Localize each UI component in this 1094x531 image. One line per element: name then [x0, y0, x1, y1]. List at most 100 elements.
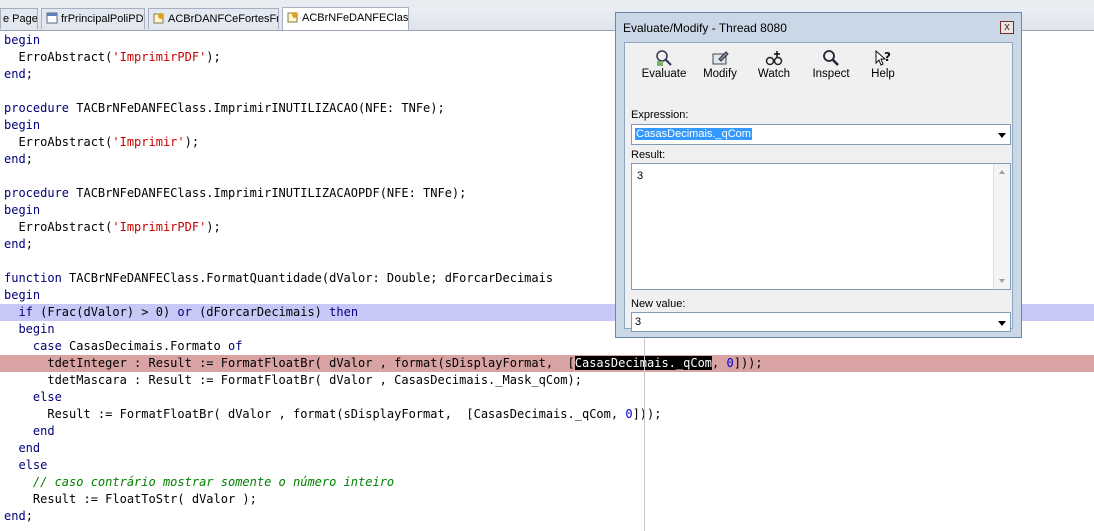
evaluate-label: Evaluate — [641, 68, 687, 80]
code-token: 'ImprimirPDF' — [112, 220, 207, 234]
new-value-combobox[interactable]: 3 — [631, 312, 1011, 332]
tab-acbrnfedanfeclass[interactable]: ACBrNFeDANFEClass — [282, 7, 409, 30]
code-token: ; — [25, 67, 33, 81]
code-token: // caso contrário mostrar somente o núme… — [32, 475, 395, 489]
code-token: 0 — [625, 407, 633, 421]
result-memo[interactable]: 3 — [631, 163, 1011, 290]
toolbar-strip — [0, 0, 1094, 7]
code-line[interactable]: end; — [0, 508, 1094, 525]
code-line[interactable]: else — [0, 457, 1094, 474]
code-token: begin — [18, 322, 55, 336]
modify-button[interactable]: Modify — [695, 49, 745, 89]
code-token: end — [4, 67, 26, 81]
code-token: function — [4, 271, 62, 285]
tab-label: ACBrDANFCeFortesFr — [168, 13, 279, 25]
watch-button[interactable]: Watch — [749, 49, 799, 89]
expression-label: Expression: — [631, 109, 689, 121]
tab-welcome-page[interactable]: e Page — [0, 8, 38, 29]
code-token: end — [18, 441, 41, 455]
code-token: (dForcarDecimais) — [191, 305, 330, 319]
new-value[interactable]: 3 — [635, 316, 641, 328]
code-token: TACBrNFeDANFEClass.FormatQuantidade(dVal… — [61, 271, 554, 285]
code-line-breakpoint[interactable]: tdetInteger : Result := FormatFloatBr( d… — [0, 355, 1094, 372]
code-token: ErroAbstract( — [4, 135, 113, 149]
code-token: ); — [206, 220, 221, 234]
tab-frprincipalpolipdv[interactable]: frPrincipalPoliPDV — [41, 8, 145, 29]
evaluate-icon — [656, 50, 672, 66]
result-value: 3 — [637, 170, 644, 182]
dialog-body: Evaluate Modify Watch Inspect ? Help Exp… — [624, 42, 1013, 332]
code-line[interactable]: // caso contrário mostrar somente o núme… — [0, 474, 1094, 491]
code-token: ])); — [632, 407, 662, 421]
code-token: begin — [4, 203, 41, 217]
help-label: Help — [871, 68, 895, 80]
code-token: begin — [4, 118, 41, 132]
evaluate-modify-dialog: Evaluate/Modify - Thread 8080 x Evaluate… — [615, 12, 1022, 338]
code-line[interactable]: end — [0, 440, 1094, 457]
code-token: else — [32, 390, 62, 404]
watch-label: Watch — [757, 68, 791, 80]
code-token: , — [712, 356, 727, 370]
expression-value[interactable]: CasasDecimais._qCom — [635, 128, 752, 140]
modify-icon — [712, 51, 729, 65]
help-button[interactable]: ? Help — [863, 49, 903, 89]
code-token: then — [329, 305, 359, 319]
code-token: procedure — [4, 186, 70, 200]
chevron-down-icon[interactable] — [998, 321, 1006, 326]
help-icon: ? — [875, 49, 891, 66]
modify-label: Modify — [703, 68, 737, 80]
code-token: else — [18, 458, 48, 472]
code-token: 'ImprimirPDF' — [112, 50, 207, 64]
code-token: end — [4, 237, 26, 251]
scroll-up-icon[interactable] — [999, 170, 1005, 174]
code-token: tdetMascara : Result := FormatFloatBr( d… — [4, 373, 582, 387]
code-token: of — [227, 339, 243, 353]
code-token: ; — [25, 152, 33, 166]
result-scrollbar[interactable] — [993, 164, 1010, 289]
code-token: ErroAbstract( — [4, 50, 113, 64]
chevron-down-icon[interactable] — [998, 133, 1006, 138]
inspect-button[interactable]: Inspect — [803, 49, 859, 89]
code-token: ; — [25, 509, 33, 523]
code-token: 0 — [726, 356, 734, 370]
unit-icon — [287, 10, 299, 23]
code-token: ])); — [733, 356, 763, 370]
code-line[interactable]: Result := FormatFloatBr( dValor , format… — [0, 406, 1094, 423]
code-line[interactable]: case CasasDecimais.Formato of — [0, 338, 1094, 355]
code-token: if — [18, 305, 33, 319]
code-token: tdetInteger : Result := FormatFloatBr( d… — [4, 356, 575, 370]
unit-icon — [153, 11, 165, 24]
code-token: Result := FloatToStr( dValor ); — [4, 492, 257, 506]
code-token: TACBrNFeDANFEClass.ImprimirINUTILIZACAO(… — [69, 101, 445, 115]
svg-text:?: ? — [884, 50, 891, 64]
watch-icon — [765, 51, 783, 66]
code-token: TACBrNFeDANFEClass.ImprimirINUTILIZACAOP… — [69, 186, 467, 200]
close-button[interactable]: x — [1000, 21, 1014, 34]
evaluate-button[interactable]: Evaluate — [635, 49, 693, 89]
code-token: ; — [25, 237, 33, 251]
code-line[interactable]: end — [0, 423, 1094, 440]
code-token: CasasDecimais.Formato — [61, 339, 228, 353]
code-token: Result := FormatFloatBr( dValor , format… — [4, 407, 626, 421]
dialog-title: Evaluate/Modify - Thread 8080 — [623, 21, 787, 35]
code-line[interactable]: else — [0, 389, 1094, 406]
form-icon — [46, 11, 58, 24]
expression-combobox[interactable]: CasasDecimais._qCom — [631, 124, 1011, 145]
code-token: ErroAbstract( — [4, 220, 113, 234]
code-token: end — [4, 509, 26, 523]
scroll-down-icon[interactable] — [999, 279, 1005, 283]
code-token: ); — [206, 50, 221, 64]
new-value-label: New value: — [631, 298, 686, 310]
tab-acbrdanfcefortesfr[interactable]: ACBrDANFCeFortesFr — [148, 8, 279, 29]
code-token: ); — [184, 135, 200, 149]
code-token: (Frac(dValor) > 0) — [32, 305, 178, 319]
code-line[interactable]: Result := FloatToStr( dValor ); — [0, 491, 1094, 508]
code-line[interactable]: tdetMascara : Result := FormatFloatBr( d… — [0, 372, 1094, 389]
